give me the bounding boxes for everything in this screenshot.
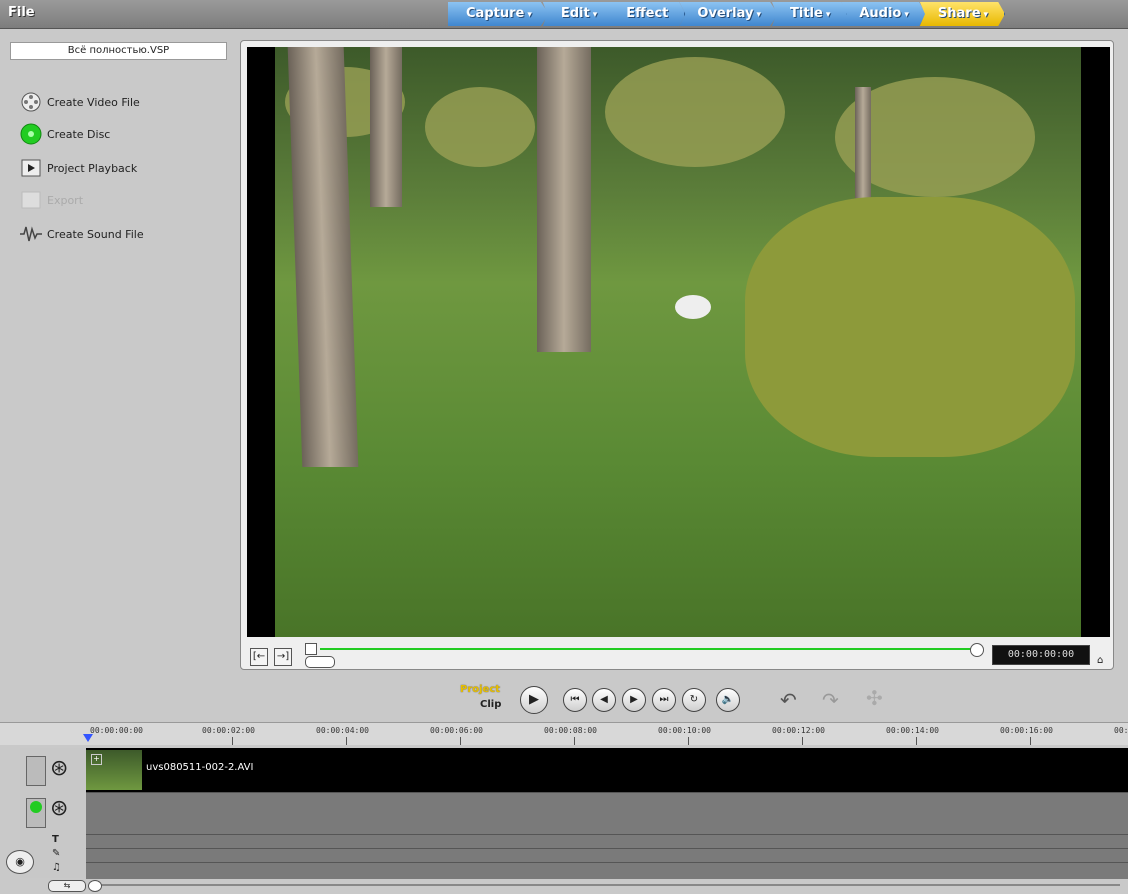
video-track[interactable]: + uvs080511-002-2.AVI <box>86 748 1128 792</box>
menubar: File Capture ▾ Edit ▾ Effect Overlay ▾ Titl… <box>0 0 1128 29</box>
waveform-icon <box>20 223 42 245</box>
chevron-down-icon: ▾ <box>983 10 989 20</box>
chevron-down-icon: ▾ <box>825 10 831 20</box>
music-track[interactable] <box>86 862 1128 879</box>
timeline-scrollbar[interactable] <box>90 884 1120 886</box>
video-track-icon: ⊛ <box>50 756 69 781</box>
overlay-track[interactable] <box>86 792 1128 835</box>
timecode-display[interactable]: 00:00:00:00 <box>992 645 1090 665</box>
redo-icon[interactable]: ↷ <box>822 688 839 712</box>
ruler-label: 00: <box>1114 726 1128 735</box>
timeline-ruler[interactable]: 00:00:00:00 00:00:02:00 00:00:04:00 00:0… <box>0 722 1128 745</box>
tab-label: Overlay <box>697 6 754 21</box>
overlay-track-toggle[interactable] <box>26 798 46 828</box>
scrub-track[interactable] <box>320 648 980 650</box>
tab-label: Audio <box>859 6 902 21</box>
tab-capture[interactable]: Capture ▾ <box>448 2 549 26</box>
undo-icon[interactable]: ↶ <box>780 688 797 712</box>
project-name-field: Всё полностью.VSP <box>10 42 227 60</box>
clip-name: uvs080511-002-2.AVI <box>146 762 254 773</box>
tab-label: Title <box>790 6 823 21</box>
sidebar-item-label: Project Playback <box>47 161 138 175</box>
repeat-button[interactable]: ↻ <box>682 688 706 712</box>
ruler-label: 00:00:00:00 <box>90 726 143 735</box>
ruler-label: 00:00:06:00 <box>430 726 483 735</box>
ruler-label: 00:00:16:00 <box>1000 726 1053 735</box>
disc-icon <box>20 123 42 145</box>
file-menu[interactable]: File <box>8 5 35 20</box>
ruler-label: 00:00:14:00 <box>886 726 939 735</box>
ruler-label: 00:00:02:00 <box>202 726 255 735</box>
camera-icon[interactable]: ◉ <box>6 850 34 874</box>
tab-audio[interactable]: Audio ▾ <box>841 2 926 26</box>
ruler-label: 00:00:10:00 <box>658 726 711 735</box>
play-icon <box>20 157 42 179</box>
clip-mode-label[interactable]: Clip <box>480 699 501 710</box>
tab-overlay[interactable]: Overlay ▾ <box>679 2 778 26</box>
trim-out-button[interactable]: →] <box>274 648 292 666</box>
chevron-down-icon: ▾ <box>592 10 598 20</box>
sidebar-item-label: Create Disc <box>47 127 111 141</box>
voice-track[interactable] <box>86 848 1128 863</box>
mark-in-marker[interactable] <box>305 643 317 655</box>
chevron-down-icon: ▾ <box>527 10 532 20</box>
sidebar-item-label: Export <box>47 193 84 207</box>
tab-label: Share <box>937 6 981 21</box>
tab-label: Capture <box>466 6 525 21</box>
ruler-label: 00:00:04:00 <box>316 726 369 735</box>
overlay-track-icon: ⊛ <box>50 796 69 821</box>
trim-in-button[interactable]: [← <box>250 648 268 666</box>
timeline-scroll-arrows[interactable]: ⇆ <box>48 880 86 892</box>
tab-label: Effect <box>626 6 669 21</box>
expand-icon[interactable]: + <box>91 754 102 765</box>
sidebar-item-label: Create Video File <box>47 95 140 109</box>
ruler-label: 00:00:08:00 <box>544 726 597 735</box>
snapshot-icon[interactable]: ⌂ <box>1097 655 1103 666</box>
video-frame-image <box>275 47 1081 637</box>
timeline-scroll-thumb[interactable] <box>88 880 102 892</box>
volume-button[interactable]: 🔈 <box>716 688 740 712</box>
play-button[interactable]: ▶ <box>520 686 548 714</box>
music-track-icon: ♫ <box>52 862 61 873</box>
video-preview <box>247 47 1110 637</box>
film-reel-icon <box>20 91 42 113</box>
tab-label: Edit <box>560 6 590 21</box>
mark-out-marker[interactable] <box>970 643 984 657</box>
step-tabs: Capture ▾ Edit ▾ Effect Overlay ▾ Title ▾ Au… <box>448 2 1006 26</box>
voice-track-icon: ✎ <box>52 848 61 859</box>
create-video-file-button[interactable]: Create Video File <box>20 90 140 114</box>
project-mode-label[interactable]: Project <box>460 684 500 695</box>
next-frame-button[interactable]: ▶ <box>622 688 646 712</box>
create-disc-button[interactable]: Create Disc <box>20 122 110 146</box>
export-icon <box>20 189 42 211</box>
tab-edit[interactable]: Edit ▾ <box>542 2 615 26</box>
playhead[interactable] <box>83 734 93 742</box>
tab-effect[interactable]: Effect <box>608 2 686 26</box>
project-playback-button[interactable]: Project Playback <box>20 156 137 180</box>
chevron-down-icon: ▾ <box>756 10 761 20</box>
ruler-label: 00:00:12:00 <box>772 726 825 735</box>
tab-share[interactable]: Share ▾ <box>919 2 1006 26</box>
create-sound-file-button[interactable]: Create Sound File <box>20 222 144 246</box>
export-button[interactable]: Export <box>20 188 83 212</box>
title-track[interactable] <box>86 834 1128 849</box>
scrub-handle[interactable] <box>305 656 335 668</box>
smart-render-icon[interactable]: ✣ <box>866 686 883 710</box>
go-to-end-button[interactable]: ⏭ <box>652 688 676 712</box>
title-track-icon: T <box>52 834 59 845</box>
tab-title[interactable]: Title ▾ <box>772 2 848 26</box>
video-track-toggle[interactable] <box>26 756 46 786</box>
go-to-start-button[interactable]: ⏮ <box>563 688 587 712</box>
sidebar-item-label: Create Sound File <box>47 227 144 241</box>
previous-frame-button[interactable]: ◀ <box>592 688 616 712</box>
chevron-down-icon: ▾ <box>904 10 909 20</box>
